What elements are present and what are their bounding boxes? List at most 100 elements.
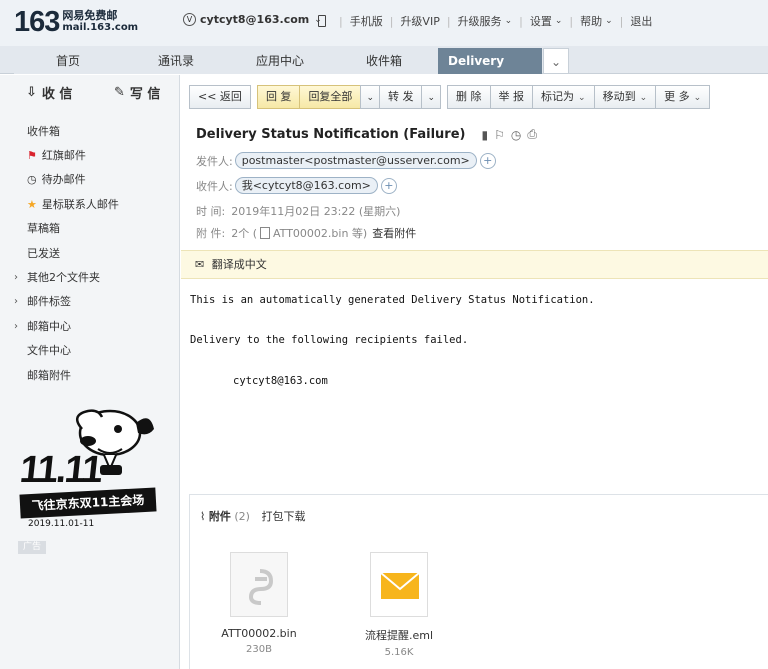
add-contact-icon[interactable]: + <box>479 152 496 169</box>
divider: | <box>389 14 394 28</box>
tab-more-button[interactable]: ⌄ <box>543 48 569 74</box>
body-line: This is an automatically generated Deliv… <box>190 294 595 306</box>
logo-number: 163 <box>14 6 60 38</box>
tab-inbox[interactable]: 收件箱 <box>330 48 438 74</box>
inbox-download-icon: ⇩ <box>26 85 37 100</box>
add-contact-icon[interactable]: + <box>380 177 397 194</box>
paperclip-icon: ⌇ <box>200 510 206 523</box>
time-value: 2019年11月02日 23:22 (星期六) <box>231 205 401 218</box>
chevron-down-icon: ⌄ <box>366 93 374 103</box>
mark-as-button[interactable]: 标记为 ⌄ <box>532 85 594 109</box>
divider: | <box>446 14 451 28</box>
promo-big-text: 11.11 <box>17 449 104 491</box>
view-attachments-link[interactable]: 查看附件 <box>372 225 416 241</box>
reply-button[interactable]: 回 复 <box>256 85 300 109</box>
sidebar-item-label: 邮件标签 <box>27 295 71 308</box>
sidebar-item-drafts[interactable]: 草稿箱 <box>27 220 60 236</box>
download-all-link[interactable]: 打包下载 <box>261 510 305 523</box>
attachment-item[interactable]: 流程提醒.eml 5.16K <box>354 552 444 658</box>
chevron-down-icon: ⌄ <box>427 93 436 103</box>
sidebar-item-starred[interactable]: ★ 星标联系人邮件 <box>27 196 119 212</box>
tab-bar: 首页 通讯录 应用中心 收件箱 Delivery St...× ⌄ <box>0 46 768 94</box>
nav-settings[interactable]: 设置 <box>530 13 552 29</box>
flag-icon[interactable]: ⚐ <box>494 128 505 142</box>
sidebar: ⇩ 收 信 ✎ 写 信 收件箱 ⚑ 红旗邮件 ◷ 待办邮件 ★ 星标联系人邮件 草稿箱… <box>0 75 180 669</box>
logo[interactable]: 163 网易免费邮 mail.163.com <box>14 7 138 37</box>
from-row: 发件人: postmaster<postmaster@usserver.com>… <box>196 152 496 169</box>
forward-options-button[interactable]: ⌄ <box>421 85 442 109</box>
logo-title: 网易免费邮 <box>62 9 118 22</box>
clock-icon[interactable]: ◷ <box>511 128 521 142</box>
attachments-count: (2) <box>234 510 250 523</box>
logo-domain: mail.163.com <box>62 22 139 33</box>
nav-logout[interactable]: 退出 <box>630 13 652 29</box>
attachment-name: 流程提醒.eml <box>364 629 434 642</box>
reply-all-button[interactable]: 回复全部 <box>299 85 361 109</box>
top-header: 163 网易免费邮 mail.163.com V cytcyt8@163.com… <box>0 0 768 46</box>
attach-label: 附 件: <box>196 227 226 240</box>
translate-link[interactable]: 翻译成中文 <box>212 258 267 271</box>
sidebar-item-attachments[interactable]: 邮箱附件 <box>27 367 71 383</box>
ad-badge: 广告 <box>18 541 46 554</box>
message-toolbar: << 返回 回 复 回复全部 ⌄ 转 发 ⌄ 删 除 举 报 标记为 ⌄ 移动到 ⌄… <box>189 85 716 109</box>
clock-icon: ◷ <box>27 172 37 186</box>
attachments-panel: ⌇ 附件 (2) 打包下载 ATT00002.bin 230B 流程提醒.eml… <box>189 494 768 669</box>
tab-home[interactable]: 首页 <box>14 48 122 74</box>
back-button[interactable]: << 返回 <box>189 85 251 109</box>
sidebar-item-labels[interactable]: › 邮件标签 <box>14 293 71 309</box>
translate-bar: ✉ 翻译成中文 <box>181 250 768 279</box>
nav-mobile[interactable]: 手机版 <box>350 13 383 29</box>
to-row: 收件人: 我<cytcyt8@163.com> + <box>196 177 397 194</box>
attachment-size: 230B <box>246 644 272 655</box>
sidebar-item-label: 红旗邮件 <box>41 149 86 162</box>
to-label: 收件人: <box>196 179 233 193</box>
promo-date: 2019.11.01-11 <box>28 519 95 529</box>
account-menu[interactable]: V cytcyt8@163.com ⌄ <box>183 13 322 26</box>
bookmark-icon[interactable]: ▮ <box>481 128 488 142</box>
sidebar-item-flagged[interactable]: ⚑ 红旗邮件 <box>27 147 86 163</box>
divider: | <box>619 14 624 28</box>
nav-upgrade-vip[interactable]: 升级VIP <box>400 13 439 29</box>
divider: | <box>339 14 343 28</box>
body-line: Delivery to the following recipients fai… <box>190 334 469 346</box>
recipient-chip[interactable]: 我<cytcyt8@163.com> <box>234 177 378 194</box>
sidebar-item-label: 邮箱附件 <box>27 369 71 382</box>
divider: | <box>519 14 523 28</box>
sidebar-item-todo[interactable]: ◷ 待办邮件 <box>27 171 86 187</box>
compose-button[interactable]: ✎ 写 信 <box>114 83 160 102</box>
more-button[interactable]: 更 多 ⌄ <box>655 85 711 109</box>
chevron-down-icon: ⌄ <box>639 93 648 103</box>
sidebar-item-file-center[interactable]: 文件中心 <box>27 342 71 358</box>
sidebar-item-other-folders[interactable]: › 其他2个文件夹 <box>14 269 100 285</box>
report-button[interactable]: 举 报 <box>489 85 533 109</box>
sidebar-item-mail-center[interactable]: › 邮箱中心 <box>14 318 71 334</box>
tab-current-message[interactable]: Delivery St...× <box>438 48 542 94</box>
body-line: cytcyt8@163.com <box>233 375 328 387</box>
phone-icon <box>318 15 326 27</box>
account-name: cytcyt8@163.com <box>200 13 310 26</box>
receive-label: 收 信 <box>41 87 73 102</box>
sidebar-item-inbox[interactable]: 收件箱 <box>27 123 60 139</box>
sidebar-item-sent[interactable]: 已发送 <box>27 245 60 261</box>
sidebar-item-label: 文件中心 <box>27 344 71 357</box>
tab-contacts[interactable]: 通讯录 <box>122 48 230 74</box>
forward-button[interactable]: 转 发 <box>378 85 422 109</box>
mail-file-icon <box>370 552 428 617</box>
move-to-button[interactable]: 移动到 ⌄ <box>593 85 656 109</box>
attachment-item[interactable]: ATT00002.bin 230B <box>214 552 304 655</box>
promo-banner[interactable]: 11.11 飞往京东双11主会场 2019.11.01-11 <box>18 403 158 533</box>
nav-help[interactable]: 帮助 <box>580 13 602 29</box>
attach-count: 2个 ( <box>231 227 257 240</box>
reply-options-button[interactable]: ⌄ <box>360 85 379 109</box>
time-label: 时 间: <box>196 205 226 218</box>
subject-text: Delivery Status Notification (Failure) <box>196 127 466 142</box>
print-icon[interactable]: ⎙ <box>527 127 537 142</box>
attach-filename: ATT00002.bin 等) <box>273 227 368 240</box>
sender-chip[interactable]: postmaster<postmaster@usserver.com> <box>234 152 477 169</box>
tab-apps[interactable]: 应用中心 <box>230 48 330 74</box>
vip-badge-icon: V <box>183 13 196 26</box>
delete-button[interactable]: 删 除 <box>447 85 490 109</box>
receive-button[interactable]: ⇩ 收 信 <box>26 83 72 102</box>
nav-upgrade-service[interactable]: 升级服务 <box>458 13 502 29</box>
sidebar-item-label: 收件箱 <box>27 125 60 138</box>
